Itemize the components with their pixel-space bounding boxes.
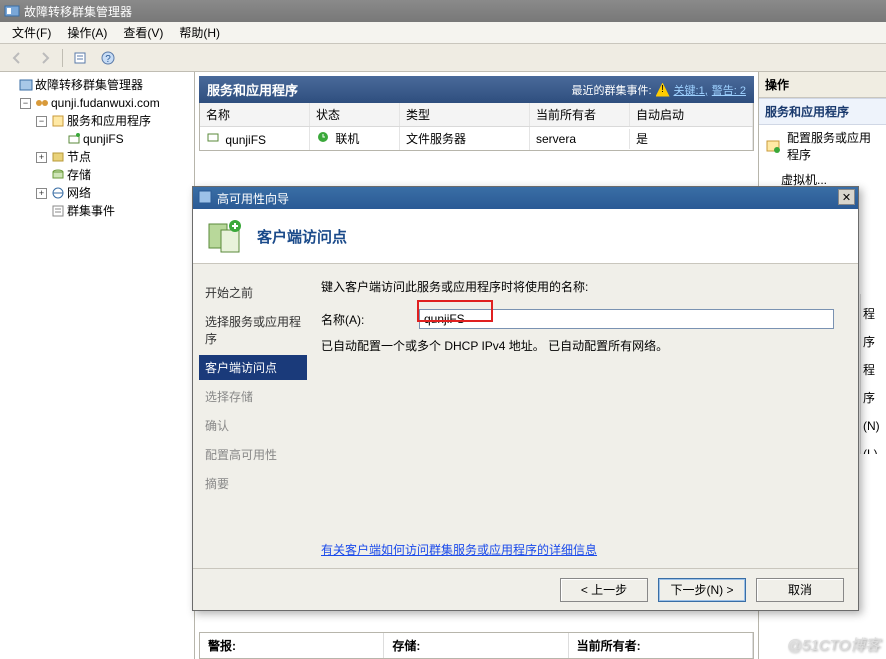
menu-action[interactable]: 操作(A) <box>59 22 115 43</box>
svg-text:?: ? <box>105 54 111 65</box>
wizard-content: 键入客户端访问此服务或应用程序时将使用的名称: 名称(A): 已自动配置一个或多… <box>313 264 858 568</box>
toolbar-forward[interactable] <box>34 47 56 69</box>
wizard-close-button[interactable]: ✕ <box>838 189 855 205</box>
step-summary: 摘要 <box>203 469 303 498</box>
menu-file[interactable]: 文件(F) <box>4 22 59 43</box>
cell-name: qunjiFS <box>225 133 266 147</box>
configure-icon <box>765 138 781 154</box>
wizard-help-link[interactable]: 有关客户端如何访问群集服务或应用程序的详细信息 <box>321 541 597 558</box>
bottom-summary: 警报: 存储: 当前所有者: <box>199 632 754 659</box>
nodes-icon <box>51 150 65 164</box>
warning-icon <box>656 83 670 97</box>
toolbar-back[interactable] <box>6 47 28 69</box>
step-select[interactable]: 选择服务或应用程序 <box>203 307 303 353</box>
actions-pane-title: 操作 <box>759 72 886 98</box>
services-icon <box>51 114 65 128</box>
wizard-header: 客户端访问点 <box>193 209 858 264</box>
tree-toggle[interactable]: − <box>36 116 47 127</box>
menu-help[interactable]: 帮助(H) <box>171 22 228 43</box>
next-button[interactable]: 下一步(N) > <box>658 578 746 602</box>
tree-cluster[interactable]: qunji.fudanwuxi.com <box>51 94 160 112</box>
name-label: 名称(A): <box>321 311 411 328</box>
cell-type: 文件服务器 <box>400 127 530 150</box>
list-row[interactable]: qunjiFS 联机 文件服务器 servera 是 <box>200 127 753 150</box>
step-confirm: 确认 <box>203 411 303 440</box>
toolbar-help[interactable]: ? <box>97 47 119 69</box>
action-configure-label: 配置服务或应用程序 <box>787 129 880 163</box>
storage-icon <box>51 168 65 182</box>
cancel-button[interactable]: 取消 <box>756 578 844 602</box>
wizard-icon <box>197 189 213 208</box>
col-type[interactable]: 类型 <box>400 103 530 126</box>
col-name[interactable]: 名称 <box>200 103 310 126</box>
tree-toggle[interactable]: + <box>36 188 47 199</box>
wizard-subtitle: 客户端访问点 <box>257 226 347 247</box>
tree-nodes[interactable]: 节点 <box>67 148 91 166</box>
summary-alert: 警报: <box>200 633 384 658</box>
wizard-header-icon <box>205 216 245 256</box>
tree-networks[interactable]: 网络 <box>67 184 91 202</box>
cell-status: 联机 <box>335 132 359 146</box>
tree-toggle[interactable]: + <box>36 152 47 163</box>
app-row-icon <box>206 130 220 144</box>
tree-services-apps[interactable]: 服务和应用程序 <box>67 112 151 130</box>
tree-events[interactable]: 群集事件 <box>67 202 115 220</box>
cluster-manager-icon <box>19 78 33 92</box>
recent-critical-link[interactable]: 关键:1, <box>674 82 708 98</box>
tree-toggle[interactable]: − <box>20 98 31 109</box>
wizard-instruction: 键入客户端访问此服务或应用程序时将使用的名称: <box>321 278 834 295</box>
navigation-tree: 故障转移群集管理器 − qunji.fudanwuxi.com <box>0 72 195 659</box>
right-overflow-peek: 程序 程序 (N) (L) 的 <box>860 294 886 454</box>
col-owner[interactable]: 当前所有者 <box>530 103 630 126</box>
app-item-icon <box>67 132 81 146</box>
step-client-access-point[interactable]: 客户端访问点 <box>199 355 307 380</box>
actions-group-header: 服务和应用程序 <box>759 98 886 125</box>
high-availability-wizard: 高可用性向导 ✕ 客户端访问点 开始之前 选择服务或应用程序 客户端访问点 选择… <box>192 186 859 611</box>
col-auto[interactable]: 自动启动 <box>630 103 753 126</box>
network-icon <box>51 186 65 200</box>
app-title: 故障转移群集管理器 <box>24 3 132 20</box>
step-configure: 配置高可用性 <box>203 440 303 469</box>
cell-auto: 是 <box>630 127 753 150</box>
wizard-button-bar: < 上一步 下一步(N) > 取消 <box>193 568 858 610</box>
col-status[interactable]: 状态 <box>310 103 400 126</box>
tree-storage[interactable]: 存储 <box>67 166 91 184</box>
name-input[interactable] <box>419 309 834 329</box>
recent-warning-link[interactable]: 警告: 2 <box>712 82 746 98</box>
menu-view[interactable]: 查看(V) <box>115 22 171 43</box>
back-button[interactable]: < 上一步 <box>560 578 648 602</box>
tree-app-qunjifs[interactable]: qunjiFS <box>83 130 124 148</box>
summary-storage: 存储: <box>384 633 568 658</box>
events-icon <box>51 204 65 218</box>
panel-title: 服务和应用程序 <box>207 80 298 99</box>
action-configure[interactable]: 配置服务或应用程序 <box>759 125 886 167</box>
menu-bar: 文件(F) 操作(A) 查看(V) 帮助(H) <box>0 22 886 44</box>
wizard-window-title: 高可用性向导 <box>217 190 289 207</box>
summary-owner: 当前所有者: <box>569 633 753 658</box>
apps-list: 名称 状态 类型 当前所有者 自动启动 qunjiFS 联机 文件服务器 ser… <box>199 103 754 151</box>
step-before[interactable]: 开始之前 <box>203 278 303 307</box>
wizard-steps: 开始之前 选择服务或应用程序 客户端访问点 选择存储 确认 配置高可用性 摘要 <box>193 264 313 568</box>
auto-config-text: 已自动配置一个或多个 DHCP IPv4 地址。 已自动配置所有网络。 <box>321 337 834 354</box>
wizard-title-bar[interactable]: 高可用性向导 ✕ <box>193 187 858 209</box>
app-icon <box>4 3 20 19</box>
toolbar-properties[interactable] <box>69 47 91 69</box>
toolbar: ? <box>0 44 886 72</box>
status-online-icon <box>316 130 330 144</box>
tree-root[interactable]: 故障转移群集管理器 <box>35 76 143 94</box>
recent-events-label: 最近的群集事件: <box>571 82 651 98</box>
cluster-icon <box>35 96 49 110</box>
step-storage: 选择存储 <box>203 382 303 411</box>
list-header: 名称 状态 类型 当前所有者 自动启动 <box>200 103 753 127</box>
app-title-bar: 故障转移群集管理器 <box>0 0 886 22</box>
toolbar-separator <box>62 49 63 67</box>
panel-header: 服务和应用程序 最近的群集事件: 关键:1, 警告: 2 <box>199 76 754 103</box>
cell-owner: servera <box>530 129 630 149</box>
